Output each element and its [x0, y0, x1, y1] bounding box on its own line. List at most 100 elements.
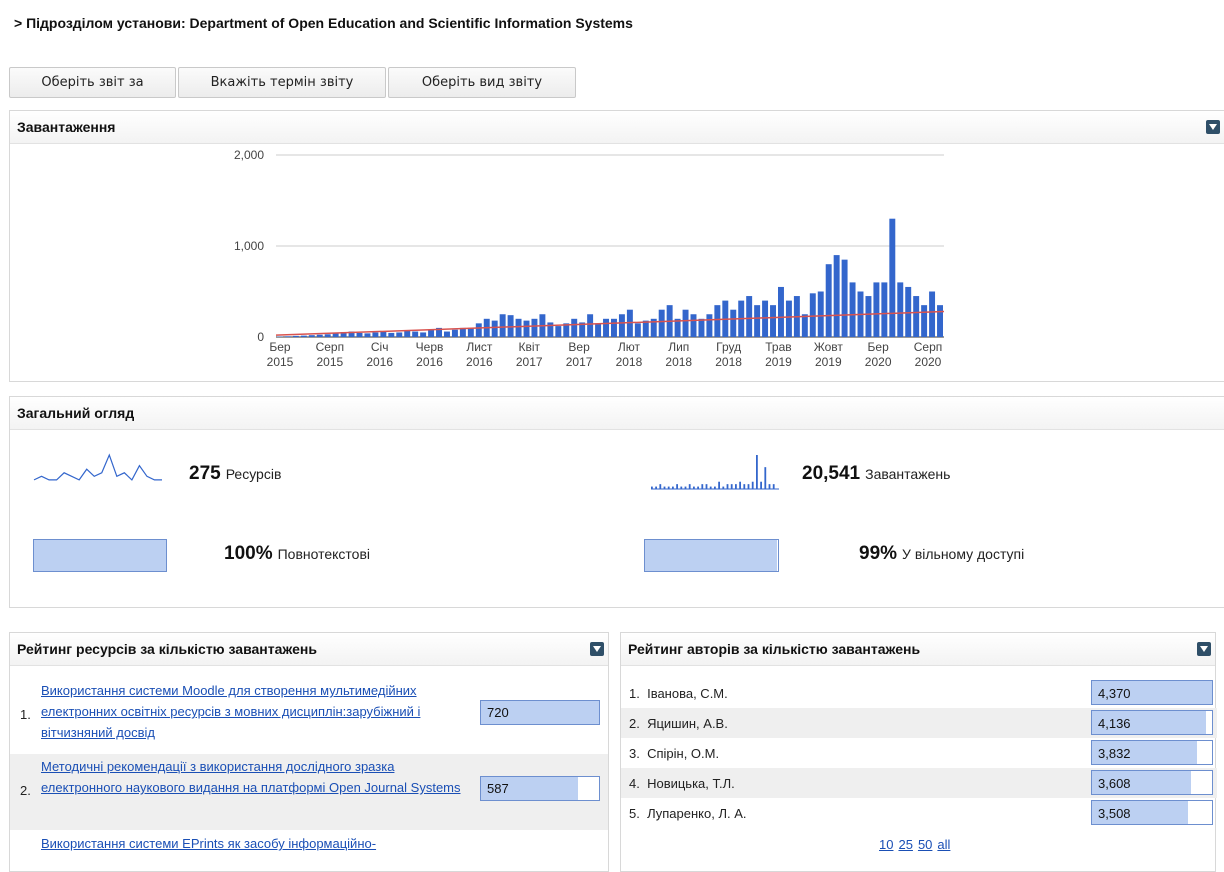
chart-bar[interactable]: [468, 328, 474, 337]
chart-bar[interactable]: [842, 260, 848, 337]
downloads-label: Завантажень: [865, 466, 950, 482]
chart-bar[interactable]: [285, 336, 291, 337]
chart-bar[interactable]: [611, 319, 617, 337]
x-tick-label: 2015: [316, 355, 343, 369]
chart-bar[interactable]: [746, 296, 752, 337]
chart-bar[interactable]: [913, 296, 919, 337]
chart-bar[interactable]: [635, 323, 641, 337]
download-count-bar: 3,608: [1091, 770, 1213, 795]
chart-bar[interactable]: [754, 305, 760, 337]
chart-bar[interactable]: [301, 336, 307, 337]
page-size-10-link[interactable]: 10: [879, 837, 893, 852]
fulltext-meter-fill: [34, 540, 166, 571]
chart-bar[interactable]: [929, 292, 935, 338]
chart-bar[interactable]: [762, 301, 768, 337]
chart-bar[interactable]: [404, 331, 410, 337]
chart-bar[interactable]: [683, 310, 689, 337]
x-tick-label: 2019: [815, 355, 842, 369]
chevron-down-icon[interactable]: [590, 642, 604, 656]
author-name: Спірін, О.М.: [647, 746, 719, 761]
chart-bar[interactable]: [555, 326, 561, 337]
report-for-button[interactable]: Оберіть звіт за: [9, 67, 176, 98]
chart-bar[interactable]: [865, 296, 871, 337]
chart-bar[interactable]: [778, 287, 784, 337]
chart-bar[interactable]: [826, 264, 832, 337]
sparkline-bar: [706, 484, 708, 489]
chart-bar[interactable]: [309, 335, 315, 337]
chart-bar[interactable]: [786, 301, 792, 337]
author-name: Яцишин, А.В.: [647, 716, 728, 731]
chart-bar[interactable]: [547, 322, 553, 337]
chart-bar[interactable]: [516, 319, 522, 337]
chart-bar[interactable]: [730, 310, 736, 337]
chart-bar[interactable]: [587, 314, 593, 337]
chart-bar[interactable]: [372, 332, 378, 337]
page-size-all-link[interactable]: all: [937, 837, 950, 852]
report-type-button[interactable]: Оберіть вид звіту: [388, 67, 576, 98]
x-tick-label: 2016: [366, 355, 393, 369]
chart-bar[interactable]: [802, 314, 808, 337]
chart-bar[interactable]: [810, 293, 816, 337]
chevron-down-icon[interactable]: [1206, 120, 1220, 134]
download-count: 4,370: [1098, 686, 1131, 701]
x-tick-label: 2020: [915, 355, 942, 369]
chart-bar[interactable]: [325, 334, 331, 337]
resources-count: 275: [189, 463, 221, 485]
x-tick-label: 2019: [765, 355, 792, 369]
chart-bar[interactable]: [873, 282, 879, 337]
chart-bar[interactable]: [921, 305, 927, 337]
chart-bar[interactable]: [603, 319, 609, 337]
page-size-25-link[interactable]: 25: [898, 837, 912, 852]
chart-bar[interactable]: [396, 332, 402, 337]
x-tick-label: 2018: [715, 355, 742, 369]
resource-link[interactable]: Методичні рекомендації з використання до…: [41, 756, 473, 798]
chart-bar[interactable]: [364, 333, 370, 337]
x-tick-label: Вер: [568, 340, 590, 354]
chart-bar[interactable]: [444, 332, 450, 337]
chart-bar[interactable]: [937, 305, 943, 337]
chart-bar[interactable]: [492, 321, 498, 337]
chart-bar[interactable]: [452, 330, 458, 337]
chart-bar[interactable]: [619, 314, 625, 337]
chart-bar[interactable]: [643, 321, 649, 337]
fulltext-meter: [33, 539, 167, 572]
chart-bar[interactable]: [834, 255, 840, 337]
report-term-button[interactable]: Вкажіть термін звіту: [178, 67, 386, 98]
x-tick-label: Груд: [716, 340, 741, 354]
chart-bar[interactable]: [500, 314, 506, 337]
chart-bar[interactable]: [476, 323, 482, 337]
chart-bar[interactable]: [571, 319, 577, 337]
chart-bar[interactable]: [698, 319, 704, 337]
chart-bar[interactable]: [357, 333, 363, 337]
chart-bar[interactable]: [412, 332, 418, 337]
chart-bar[interactable]: [691, 314, 697, 337]
x-tick-label: Бер: [269, 340, 291, 354]
chart-bar[interactable]: [420, 332, 426, 337]
chart-bar[interactable]: [428, 330, 434, 337]
chart-bar[interactable]: [388, 333, 394, 337]
chart-bar[interactable]: [850, 282, 856, 337]
resource-link[interactable]: Використання системи Moodle для створенн…: [41, 680, 473, 743]
table-row: 2. Яцишин, А.В. 4,136: [621, 708, 1217, 738]
overview-panel-title: Загальний огляд: [17, 405, 134, 421]
chart-bar[interactable]: [714, 305, 720, 337]
chart-bar[interactable]: [881, 282, 887, 337]
chart-bar[interactable]: [706, 314, 712, 337]
chart-bar[interactable]: [595, 323, 601, 337]
chevron-down-icon[interactable]: [1197, 642, 1211, 656]
chart-bar[interactable]: [889, 219, 895, 337]
chart-bar[interactable]: [380, 332, 386, 337]
downloads-panel-title: Завантаження: [17, 119, 115, 135]
chart-bar[interactable]: [317, 335, 323, 337]
page-size-50-link[interactable]: 50: [918, 837, 932, 852]
chart-bar[interactable]: [333, 333, 339, 337]
top-authors-header: Рейтинг авторів за кількістю завантажень: [621, 633, 1215, 666]
chart-bar[interactable]: [897, 282, 903, 337]
chart-bar[interactable]: [531, 319, 537, 337]
chart-bar[interactable]: [770, 305, 776, 337]
chart-bar[interactable]: [659, 310, 665, 337]
chart-bar[interactable]: [818, 292, 824, 338]
chart-bar[interactable]: [524, 321, 530, 337]
chart-bar[interactable]: [293, 336, 299, 337]
resource-link[interactable]: Використання системи EPrints як засобу і…: [41, 833, 473, 854]
